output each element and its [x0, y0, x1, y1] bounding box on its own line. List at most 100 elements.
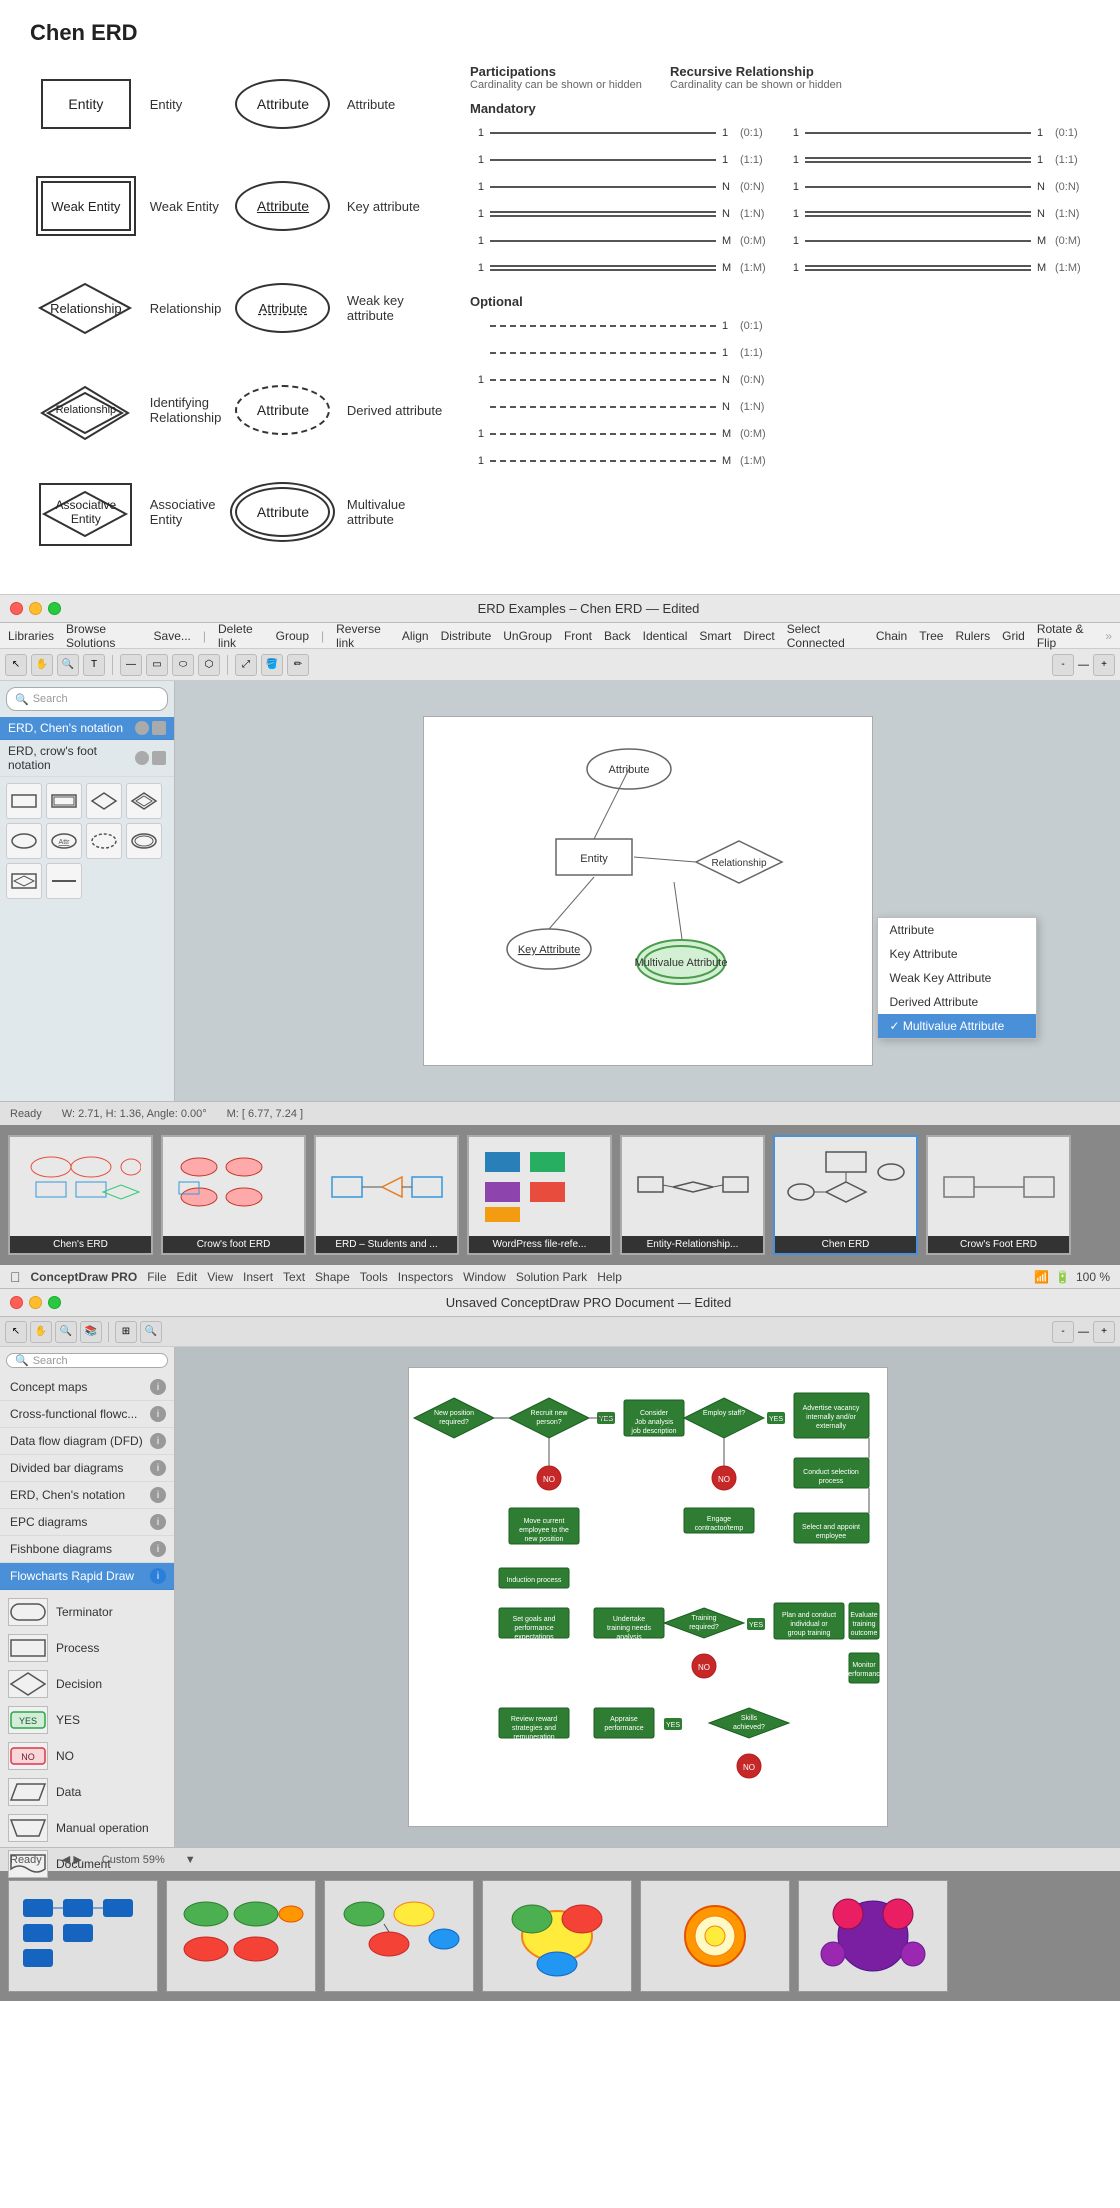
- no-shape[interactable]: NO: [8, 1742, 48, 1770]
- app2-minimize-button[interactable]: [29, 1296, 42, 1309]
- app2-pointer-tool[interactable]: ↖: [5, 1321, 27, 1343]
- menu-back[interactable]: Back: [604, 629, 631, 643]
- data-shape[interactable]: [8, 1778, 48, 1806]
- menu-identical[interactable]: Identical: [643, 629, 688, 643]
- menu-front[interactable]: Front: [564, 629, 592, 643]
- lib-icon-9[interactable]: [6, 863, 42, 899]
- menu2-shape[interactable]: Shape: [315, 1270, 350, 1284]
- thumb-crowsfoot[interactable]: Crow's foot ERD: [161, 1135, 306, 1255]
- app2-grid-icon[interactable]: ⊞: [115, 1321, 137, 1343]
- toolbar-zoom-in2[interactable]: +: [1093, 654, 1115, 676]
- sidebar2-fishbone[interactable]: Fishbone diagrams i: [0, 1536, 174, 1563]
- sidebar-item-crowsfoot[interactable]: ERD, crow's foot notation: [0, 740, 174, 777]
- ctx-multivalue-attribute[interactable]: ✓ Multivalue Attribute: [878, 1014, 1036, 1038]
- close-button[interactable]: [10, 602, 23, 615]
- thumb2-item-1[interactable]: [8, 1880, 158, 1992]
- thumb2-item-6[interactable]: [798, 1880, 948, 1992]
- thumb2-item-5[interactable]: [640, 1880, 790, 1992]
- menu-distribute[interactable]: Distribute: [441, 629, 492, 643]
- sidebar-item-chen[interactable]: ERD, Chen's notation: [0, 717, 174, 740]
- toolbar-zoom-out[interactable]: -: [1052, 654, 1074, 676]
- sidebar2-flowcharts[interactable]: Flowcharts Rapid Draw i: [0, 1563, 174, 1590]
- toolbar-poly[interactable]: ⬡: [198, 654, 220, 676]
- menu2-solution-park[interactable]: Solution Park: [516, 1270, 587, 1284]
- menu2-window[interactable]: Window: [463, 1270, 506, 1284]
- manual-op-shape[interactable]: [8, 1814, 48, 1842]
- app2-zoom-out[interactable]: -: [1052, 1321, 1074, 1343]
- menu2-inspectors[interactable]: Inspectors: [398, 1270, 453, 1284]
- menu-group[interactable]: Group: [276, 629, 309, 643]
- menu-save[interactable]: Save...: [154, 629, 191, 643]
- menu-rotate-flip[interactable]: Rotate & Flip: [1037, 622, 1093, 650]
- lib-icon-1[interactable]: [6, 783, 42, 819]
- crows-info-icon[interactable]: [135, 751, 149, 765]
- lib-icon-4[interactable]: [126, 783, 162, 819]
- menu-reverse[interactable]: Reverse link: [336, 622, 390, 650]
- chen-settings-icon[interactable]: [152, 721, 166, 735]
- toolbar-connect[interactable]: ⤢: [235, 654, 257, 676]
- menu-rulers[interactable]: Rulers: [955, 629, 990, 643]
- sidebar2-epc[interactable]: EPC diagrams i: [0, 1509, 174, 1536]
- thumb-students[interactable]: ERD – Students and ...: [314, 1135, 459, 1255]
- toolbar-zoom-in[interactable]: 🔍: [57, 654, 79, 676]
- minimize-button[interactable]: [29, 602, 42, 615]
- process-shape[interactable]: [8, 1634, 48, 1662]
- crows-settings-icon[interactable]: [152, 751, 166, 765]
- menu2-text[interactable]: Text: [283, 1270, 305, 1284]
- sidebar2-erd-chen[interactable]: ERD, Chen's notation i: [0, 1482, 174, 1509]
- chen-info-icon[interactable]: [135, 721, 149, 735]
- toolbar-oval[interactable]: ⬭: [172, 654, 194, 676]
- thumb2-item-3[interactable]: [324, 1880, 474, 1992]
- thumb-chens-erd[interactable]: Chen's ERD: [8, 1135, 153, 1255]
- menu2-edit[interactable]: Edit: [177, 1270, 198, 1284]
- sidebar2-concept-maps[interactable]: Concept maps i: [0, 1374, 174, 1401]
- toolbar-pointer[interactable]: ↖: [5, 654, 27, 676]
- menu-delete-link[interactable]: Delete link: [218, 622, 264, 650]
- sidebar2-cross-functional[interactable]: Cross-functional flowc... i: [0, 1401, 174, 1428]
- toolbar-bucket[interactable]: 🪣: [261, 654, 283, 676]
- decision-shape[interactable]: [8, 1670, 48, 1698]
- toolbar-line[interactable]: —: [120, 654, 142, 676]
- menu2-tools[interactable]: Tools: [360, 1270, 388, 1284]
- menu-select-connected[interactable]: Select Connected: [787, 622, 864, 650]
- app2-hand-tool[interactable]: ✋: [30, 1321, 52, 1343]
- terminator-shape[interactable]: [8, 1598, 48, 1626]
- app2-zoom-in[interactable]: +: [1093, 1321, 1115, 1343]
- menu2-view[interactable]: View: [207, 1270, 233, 1284]
- menu2-file[interactable]: File: [147, 1270, 166, 1284]
- ctx-attribute[interactable]: Attribute: [878, 918, 1036, 942]
- app2-maximize-button[interactable]: [48, 1296, 61, 1309]
- ctx-weak-key-attribute[interactable]: Weak Key Attribute: [878, 966, 1036, 990]
- app2-close-button[interactable]: [10, 1296, 23, 1309]
- lib-icon-10[interactable]: [46, 863, 82, 899]
- app2-zoom-tool[interactable]: 🔍: [55, 1321, 77, 1343]
- menu-tree[interactable]: Tree: [919, 629, 943, 643]
- menu-ungroup[interactable]: UnGroup: [503, 629, 552, 643]
- menu-grid[interactable]: Grid: [1002, 629, 1025, 643]
- menu2-help[interactable]: Help: [597, 1270, 622, 1284]
- toolbar-text[interactable]: T: [83, 654, 105, 676]
- sidebar2-divided-bar[interactable]: Divided bar diagrams i: [0, 1455, 174, 1482]
- thumb2-item-4[interactable]: [482, 1880, 632, 1992]
- sidebar-search[interactable]: 🔍 Search: [6, 687, 168, 711]
- ctx-key-attribute[interactable]: Key Attribute: [878, 942, 1036, 966]
- lib-icon-6[interactable]: Attr: [46, 823, 82, 859]
- sidebar2-dfd[interactable]: Data flow diagram (DFD) i: [0, 1428, 174, 1455]
- lib-icon-8[interactable]: [126, 823, 162, 859]
- yes-shape[interactable]: YES: [8, 1706, 48, 1734]
- toolbar-pen[interactable]: ✏: [287, 654, 309, 676]
- lib-icon-5[interactable]: [6, 823, 42, 859]
- thumb-entity-rel[interactable]: Entity-Relationship...: [620, 1135, 765, 1255]
- lib-icon-3[interactable]: [86, 783, 122, 819]
- menu-align[interactable]: Align: [402, 629, 429, 643]
- toolbar-rect[interactable]: ▭: [146, 654, 168, 676]
- menu2-insert[interactable]: Insert: [243, 1270, 273, 1284]
- maximize-button[interactable]: [48, 602, 61, 615]
- menu-smart[interactable]: Smart: [699, 629, 731, 643]
- menu-direct[interactable]: Direct: [743, 629, 774, 643]
- menu-libraries[interactable]: Libraries: [8, 629, 54, 643]
- thumb-wordpress[interactable]: WordPress file-refe...: [467, 1135, 612, 1255]
- lib-icon-2[interactable]: [46, 783, 82, 819]
- context-menu[interactable]: Attribute Key Attribute Weak Key Attribu…: [877, 917, 1037, 1039]
- app2-search-icon[interactable]: 🔍: [140, 1321, 162, 1343]
